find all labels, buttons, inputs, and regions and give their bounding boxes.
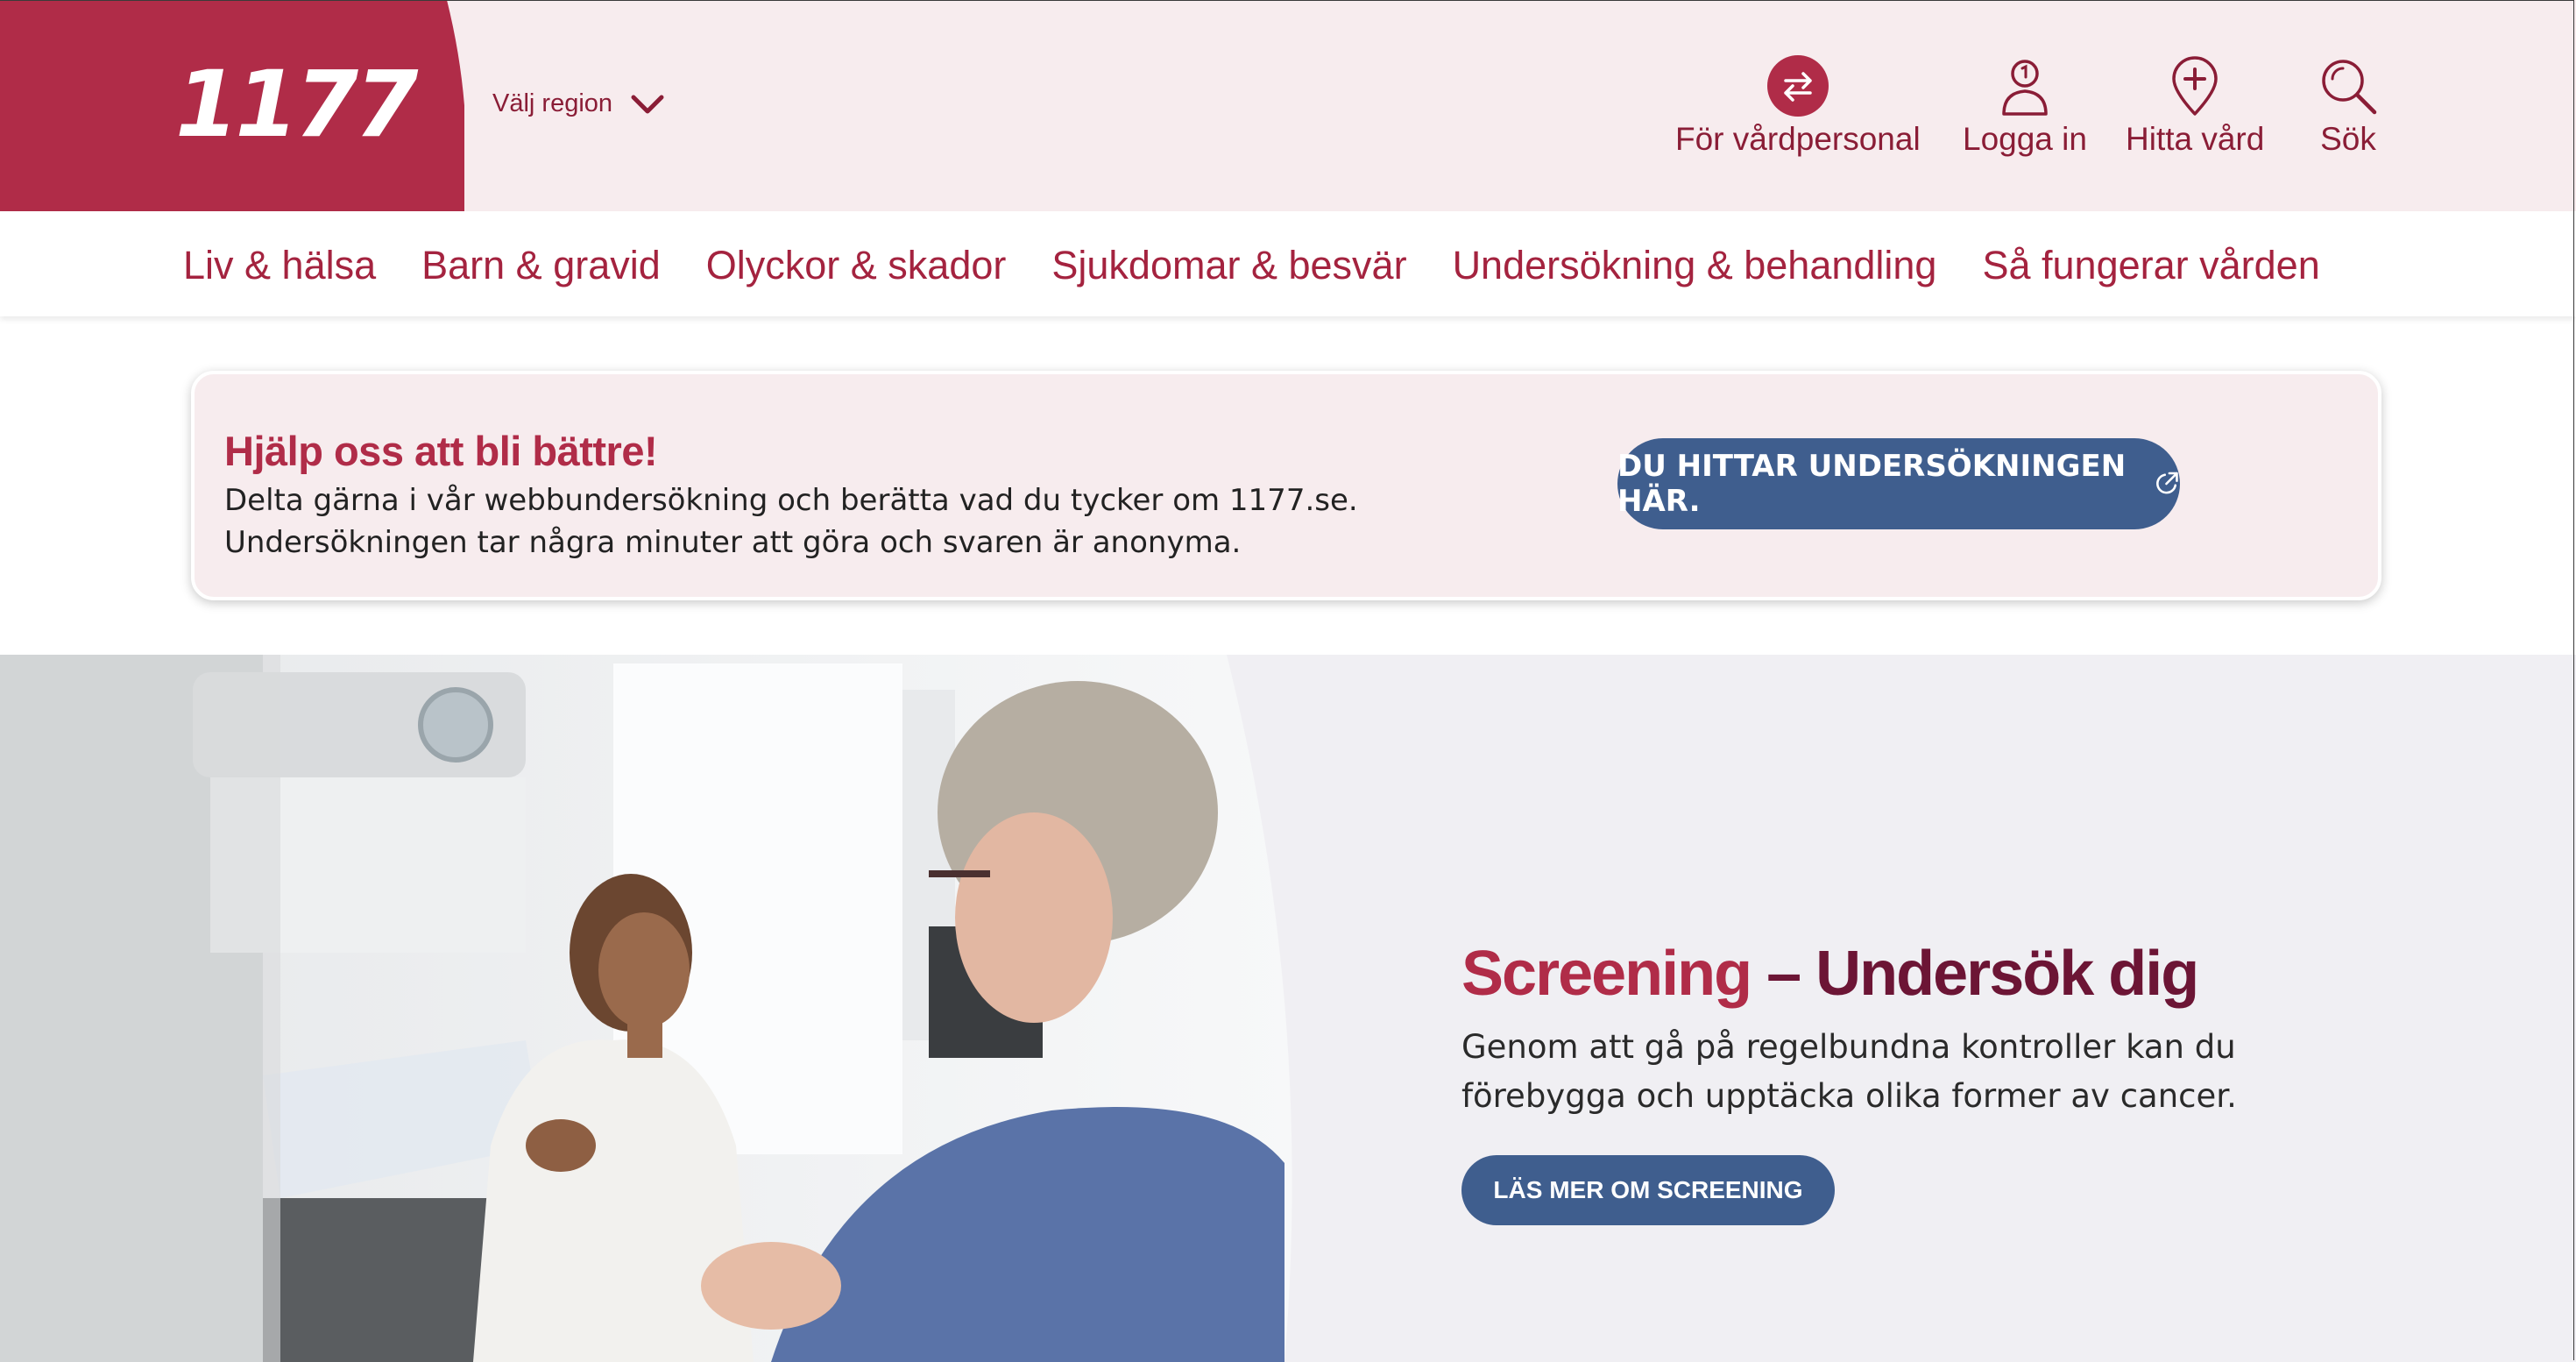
user-icon [1993,54,2056,117]
nav-item-undersokning-behandling[interactable]: Undersökning & behandling [1453,243,1937,288]
hero-text: Genom att gå på regelbundna kontroller k… [1461,1028,2237,1115]
nav-item-liv-halsa[interactable]: Liv & hälsa [183,243,376,288]
nav-item-olyckor-skador[interactable]: Olyckor & skador [706,243,1007,288]
main-nav-list: Liv & hälsa Barn & gravid Olyckor & skad… [183,243,2320,288]
login-label: Logga in [1963,121,2087,157]
hero-image [0,655,1292,1362]
nav-item-barn-gravid[interactable]: Barn & gravid [421,243,661,288]
find-care-link[interactable]: Hitta vård [2126,54,2264,158]
external-link-icon [2156,472,2178,494]
hero-section: Screening – Undersök dig Genom att gå på… [0,655,2576,1362]
survey-button-label: DU HITTAR UNDERSÖKNINGEN HÄR. [1617,449,2127,519]
swap-arrows-icon [1766,54,1829,117]
chevron-down-icon [631,95,664,113]
read-more-screening-button[interactable]: LÄS MER OM SCREENING [1461,1155,1835,1225]
search-link[interactable]: Sök [2317,54,2380,158]
survey-text-line2: Undersökningen tar några minuter att gör… [224,525,1242,560]
hero-title-accent: Screening [1461,939,1752,1009]
survey-text-line1: Delta gärna i vår webbundersökning och b… [224,483,1358,518]
nav-item-sa-fungerar-varden[interactable]: Så fungerar vården [1982,243,2319,288]
logo-text: 1177 [175,51,418,158]
login-link[interactable]: Logga in [1963,54,2087,158]
region-select[interactable]: Välj region [492,89,665,118]
region-label: Välj region [492,89,613,117]
survey-button[interactable]: DU HITTAR UNDERSÖKNINGEN HÄR. [1617,438,2180,529]
find-care-label: Hitta vård [2126,121,2265,157]
location-pin-plus-icon [2163,54,2226,117]
search-label: Sök [2320,121,2376,157]
for-professionals-label: För vårdpersonal [1675,121,1921,157]
search-icon [2317,54,2380,117]
for-professionals-link[interactable]: För vårdpersonal [1675,54,1921,158]
survey-banner: Hjälp oss att bli bättre! Delta gärna i … [191,371,2381,600]
read-more-screening-label: LÄS MER OM SCREENING [1493,1176,1803,1203]
survey-title: Hjälp oss att bli bättre! [224,428,658,474]
nav-item-sjukdomar-besvar[interactable]: Sjukdomar & besvär [1051,243,1406,288]
header-top-bar: 1177 Välj region För vårdpersonal Logga … [0,0,2576,211]
hero-title-rest: – Undersök dig [1751,939,2199,1009]
logo[interactable]: 1177 [0,0,464,211]
hero-title: Screening – Undersök dig [1461,938,2199,1010]
main-nav: Liv & hälsa Barn & gravid Olyckor & skad… [0,211,2576,316]
